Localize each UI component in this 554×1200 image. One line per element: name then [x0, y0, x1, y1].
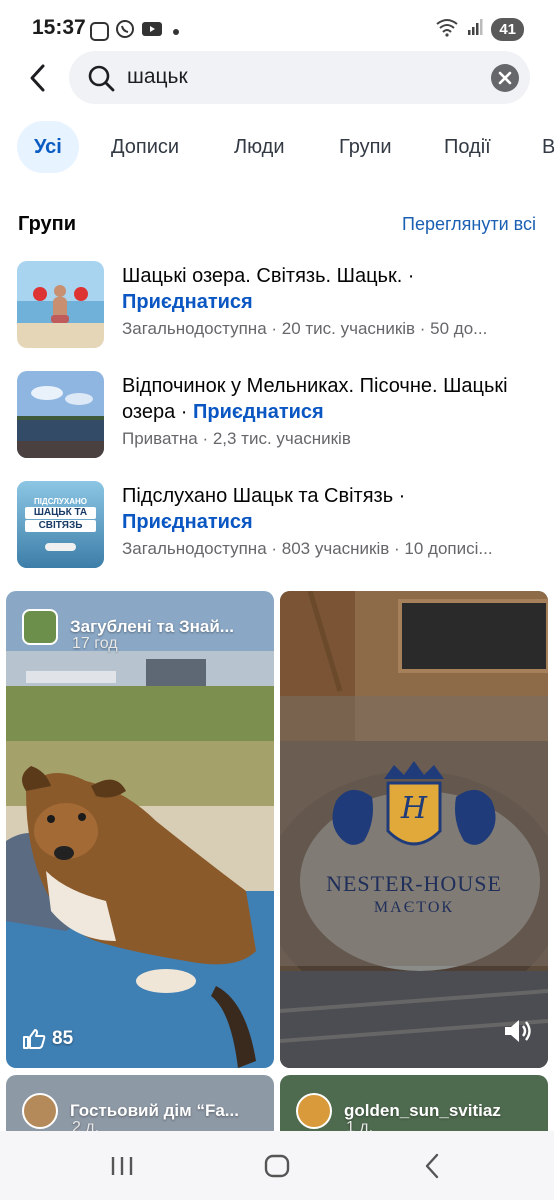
filter-tabs: Усі Дописи Люди Групи Події В — [0, 121, 554, 173]
screenshot-icon — [90, 22, 109, 41]
battery-icon: 41 — [491, 18, 524, 41]
close-icon — [498, 71, 512, 85]
dot-icon — [173, 28, 179, 35]
thumb-line3: СВІТЯЗЬ — [25, 520, 96, 532]
group-meta: Приватна · 2,3 тис. учасників — [122, 429, 351, 448]
back-arrow-icon — [30, 64, 45, 92]
group-name[interactable]: Підслухано Шацьк та Світязь — [122, 485, 393, 507]
crest-monogram: H — [400, 791, 428, 826]
recent-apps-button[interactable] — [102, 1151, 142, 1181]
nester-house-logo: H NESTER-HOUSE МАЄТОК — [280, 761, 548, 917]
card-time: 17 год — [72, 635, 118, 652]
avatar[interactable] — [22, 609, 58, 645]
card-header: golden_sun_svitiaz — [296, 1093, 501, 1129]
likes-count: 85 — [22, 1028, 73, 1050]
avatar[interactable] — [22, 1093, 58, 1129]
search-query[interactable]: шацьк — [127, 65, 188, 89]
card-author[interactable]: Загублені та Знай... — [70, 617, 234, 637]
separator: · — [393, 485, 406, 507]
back-chevron-icon — [425, 1153, 439, 1179]
brand-subtitle: МАЄТОК — [373, 899, 455, 916]
dog-photo — [6, 591, 274, 1068]
signal-icon — [467, 18, 483, 41]
recents-icon — [111, 1157, 133, 1175]
wifi-icon — [435, 17, 459, 42]
see-all-link[interactable]: Переглянути всі — [402, 214, 536, 235]
group-item[interactable]: Шацькі озера. Світязь. Шацьк. · Приєднат… — [0, 261, 554, 351]
group-meta: Загальнодоступна · 803 учасників · 10 до… — [122, 539, 493, 558]
likes-value: 85 — [52, 1028, 74, 1049]
system-nav-bar — [0, 1131, 554, 1200]
join-button[interactable]: Приєднатися — [193, 401, 324, 423]
home-button[interactable] — [257, 1151, 297, 1181]
group-name[interactable]: Шацькі озера. Світязь. Шацьк. — [122, 265, 402, 287]
card-header: Гостьовий дім “Fa... — [22, 1093, 239, 1129]
like-icon — [23, 1029, 46, 1049]
system-icons: 41 — [435, 17, 524, 42]
clear-search-button[interactable] — [491, 64, 519, 92]
card-author[interactable]: Гостьовий дім “Fa... — [70, 1101, 239, 1121]
join-button[interactable]: Приєднатися — [122, 511, 253, 533]
thumb-line1: ПІДСЛУХАНО — [34, 497, 87, 506]
youtube-icon — [141, 20, 163, 43]
notification-icons — [90, 19, 179, 44]
reel-card[interactable]: Загублені та Знай... 17 год 85 — [6, 591, 274, 1068]
group-meta: Загальнодоступна · 20 тис. учасників · 5… — [122, 319, 488, 338]
volume-icon — [505, 1020, 531, 1042]
tab-more[interactable]: В — [542, 121, 554, 173]
brand-name: NESTER-HOUSE — [326, 871, 502, 896]
group-item[interactable]: ПІДСЛУХАНО ШАЦЬК ТА СВІТЯЗЬ Підслухано Ш… — [0, 481, 554, 571]
separator: · — [175, 401, 193, 423]
thumb-line2: ШАЦЬК ТА — [25, 507, 96, 519]
group-item[interactable]: Відпочинок у Мельниках. Пісочне. Шацькі … — [0, 371, 554, 461]
group-thumbnail: ПІДСЛУХАНО ШАЦЬК ТА СВІТЯЗЬ — [17, 481, 104, 568]
card-author[interactable]: golden_sun_svitiaz — [344, 1101, 501, 1121]
group-title-line: Підслухано Шацьк та Світязь · Приєднатис… — [122, 483, 532, 535]
back-nav-button[interactable] — [412, 1151, 452, 1181]
tab-all[interactable]: Усі — [17, 121, 79, 173]
group-thumbnail — [17, 261, 104, 348]
group-thumbnail — [17, 371, 104, 458]
search-input[interactable]: шацьк — [69, 51, 530, 104]
tab-posts[interactable]: Дописи — [111, 121, 179, 173]
card-header: Загублені та Знай... — [22, 609, 234, 645]
tab-groups[interactable]: Групи — [339, 121, 392, 173]
avatar[interactable] — [296, 1093, 332, 1129]
status-time: 15:37 — [32, 16, 86, 39]
groups-section-title: Групи — [18, 213, 77, 235]
search-icon — [87, 64, 115, 97]
group-title-line: Відпочинок у Мельниках. Пісочне. Шацькі … — [122, 373, 532, 425]
tab-people[interactable]: Люди — [234, 121, 285, 173]
reel-card[interactable]: H NESTER-HOUSE МАЄТОК — [280, 591, 548, 1068]
viber-icon — [115, 19, 135, 44]
group-title-line: Шацькі озера. Світязь. Шацьк. · Приєднат… — [122, 263, 532, 315]
sound-button[interactable] — [502, 1017, 534, 1050]
back-button[interactable] — [20, 60, 54, 96]
home-icon — [264, 1154, 290, 1178]
separator: · — [402, 265, 415, 287]
tab-events[interactable]: Події — [444, 121, 491, 173]
status-bar: 15:37 41 — [0, 0, 554, 58]
join-button[interactable]: Приєднатися — [122, 291, 253, 313]
